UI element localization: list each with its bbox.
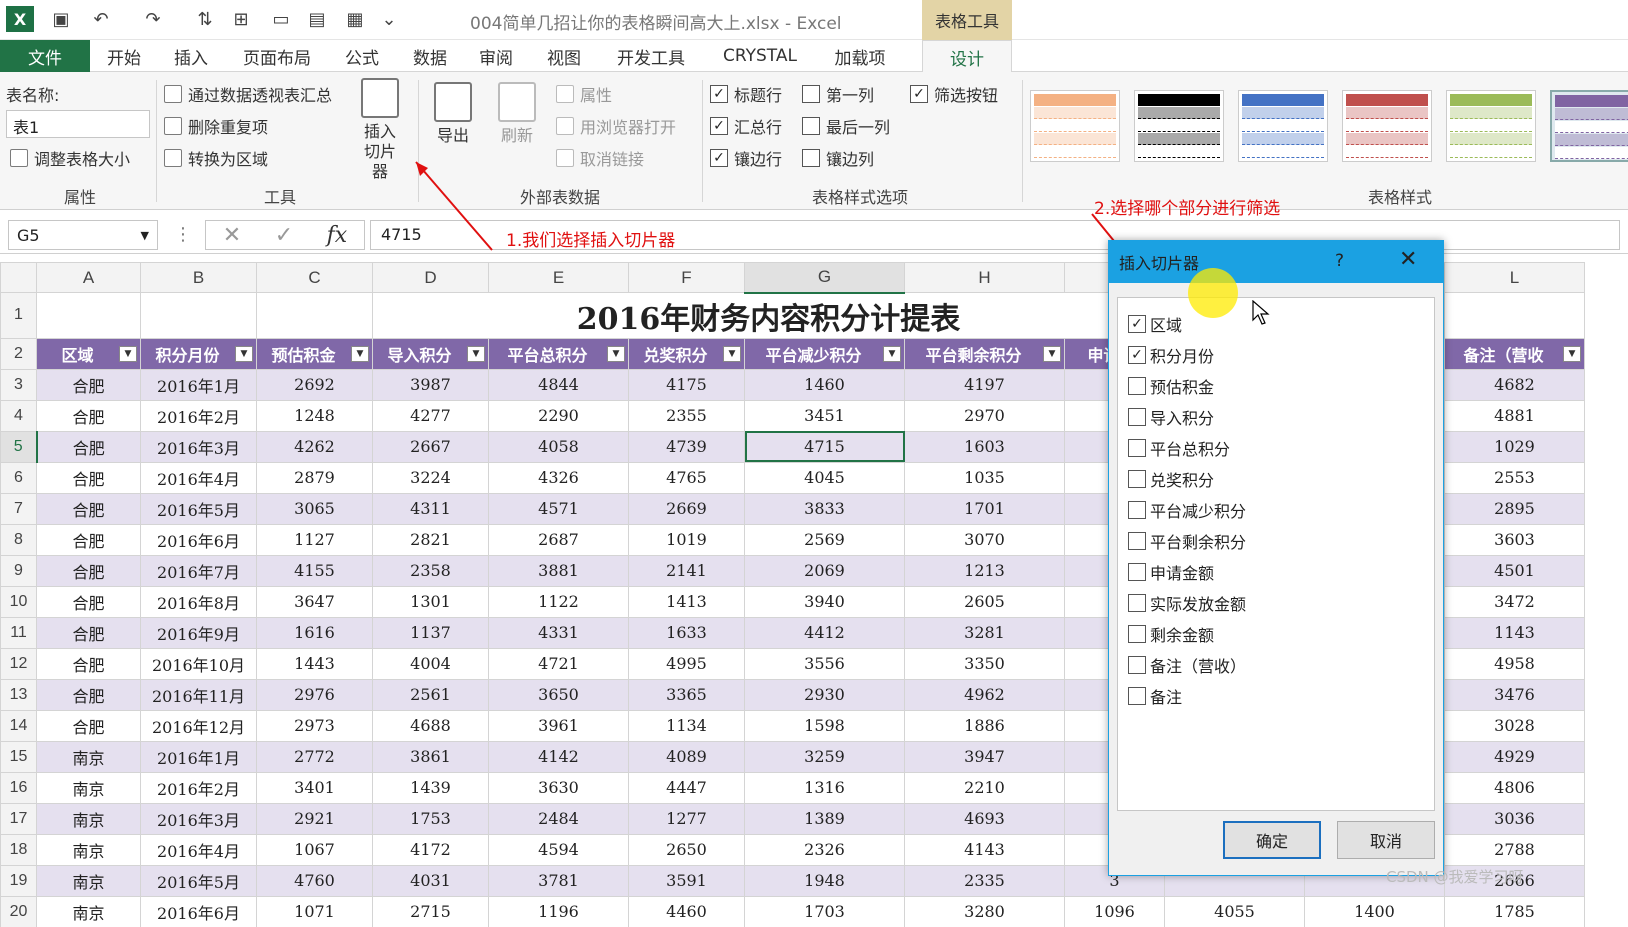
- dialog-title: 插入切片器: [1109, 241, 1443, 283]
- field-checkbox[interactable]: [1128, 500, 1146, 519]
- field-checkbox[interactable]: [1128, 438, 1146, 457]
- slicer-field-item[interactable]: 导入积分: [1118, 401, 1434, 432]
- field-list: ✓ 区域 ✓ 积分月份 预估积金 导入积分 平台总积分 兑奖积分 平台减少积分 平台剩余积分 申请金…: [1117, 297, 1435, 811]
- field-checkbox[interactable]: ✓: [1128, 345, 1146, 364]
- slicer-field-item[interactable]: ✓ 区域: [1118, 308, 1434, 339]
- slicer-field-item[interactable]: 备注: [1118, 680, 1434, 711]
- slicer-field-item[interactable]: ✓ 积分月份: [1118, 339, 1434, 370]
- insert-slicer-dialog: 插入切片器 ? ✕ ✓ 区域 ✓ 积分月份 预估积金 导入积分 平台总积分 兑奖积分 平台减少积…: [1108, 240, 1444, 876]
- field-checkbox[interactable]: [1128, 531, 1146, 550]
- slicer-field-item[interactable]: 平台减少积分: [1118, 494, 1434, 525]
- help-icon[interactable]: ?: [1335, 251, 1344, 271]
- watermark: CSDN @我爱学习呀: [1386, 868, 1524, 886]
- slicer-field-item[interactable]: 实际发放金额: [1118, 587, 1434, 618]
- ok-button[interactable]: 确定: [1223, 821, 1321, 859]
- cursor-highlight: [1188, 268, 1238, 318]
- field-checkbox[interactable]: [1128, 376, 1146, 395]
- close-icon[interactable]: ✕: [1399, 247, 1417, 272]
- slicer-field-item[interactable]: 申请金额: [1118, 556, 1434, 587]
- annotation-arrow-1: [415, 161, 493, 251]
- annotation-step-2: 2.选择哪个部分进行筛选: [1094, 199, 1281, 219]
- slicer-field-item[interactable]: 剩余金额: [1118, 618, 1434, 649]
- field-checkbox[interactable]: [1128, 624, 1146, 643]
- field-checkbox[interactable]: [1128, 469, 1146, 488]
- slicer-field-item[interactable]: 平台剩余积分: [1118, 525, 1434, 556]
- slicer-field-item[interactable]: 兑奖积分: [1118, 463, 1434, 494]
- field-checkbox[interactable]: [1128, 655, 1146, 674]
- mouse-cursor-icon: [1252, 300, 1270, 325]
- field-checkbox[interactable]: [1128, 593, 1146, 612]
- slicer-field-item[interactable]: 预估积金: [1118, 370, 1434, 401]
- field-checkbox[interactable]: [1128, 562, 1146, 581]
- cancel-button[interactable]: 取消: [1337, 821, 1435, 859]
- field-checkbox[interactable]: [1128, 686, 1146, 705]
- field-checkbox[interactable]: ✓: [1128, 314, 1146, 333]
- annotation-step-1: 1.我们选择插入切片器: [506, 231, 676, 251]
- slicer-field-item[interactable]: 备注（营收）: [1118, 649, 1434, 680]
- slicer-field-item[interactable]: 平台总积分: [1118, 432, 1434, 463]
- field-checkbox[interactable]: [1128, 407, 1146, 426]
